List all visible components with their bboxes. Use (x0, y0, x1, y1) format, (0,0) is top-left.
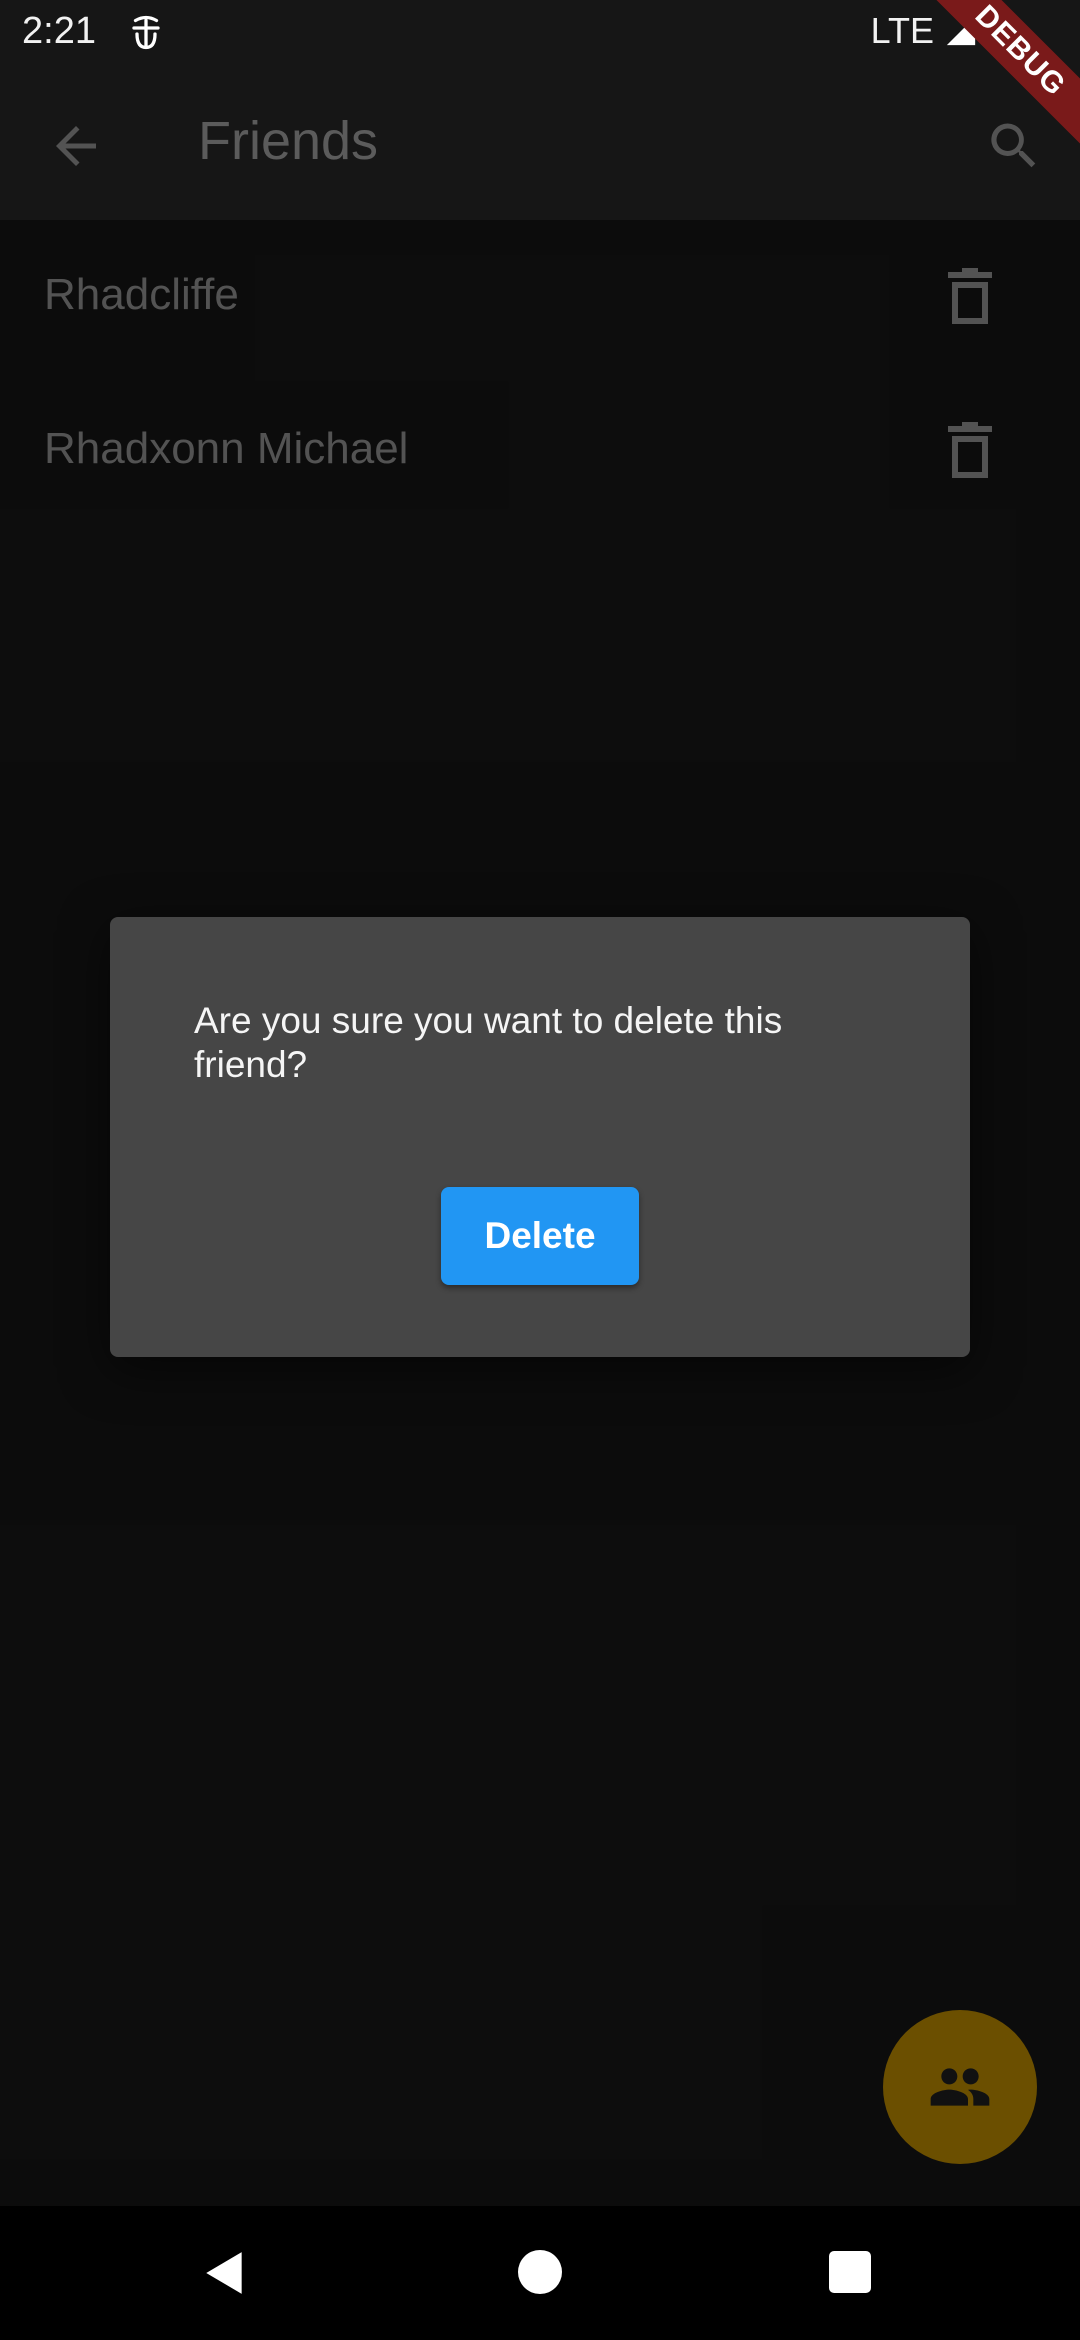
nav-recents-icon[interactable] (829, 2251, 871, 2293)
add-friend-button[interactable] (883, 2010, 1037, 2164)
delete-button[interactable]: Delete (441, 1187, 639, 1285)
nav-home-icon[interactable] (518, 2250, 562, 2294)
app-notification-icon (132, 15, 160, 50)
status-bar: 2:21 LTE (0, 0, 1080, 66)
system-nav-bar (0, 2206, 1080, 2340)
dialog-message: Are you sure you want to delete this fri… (194, 1000, 783, 1085)
confirm-delete-dialog: Are you sure you want to delete this fri… (110, 917, 970, 1357)
people-icon (930, 2068, 990, 2106)
status-time: 2:21 (22, 10, 96, 52)
network-type: LTE (870, 10, 934, 51)
nav-back-icon[interactable] (200, 2248, 250, 2298)
